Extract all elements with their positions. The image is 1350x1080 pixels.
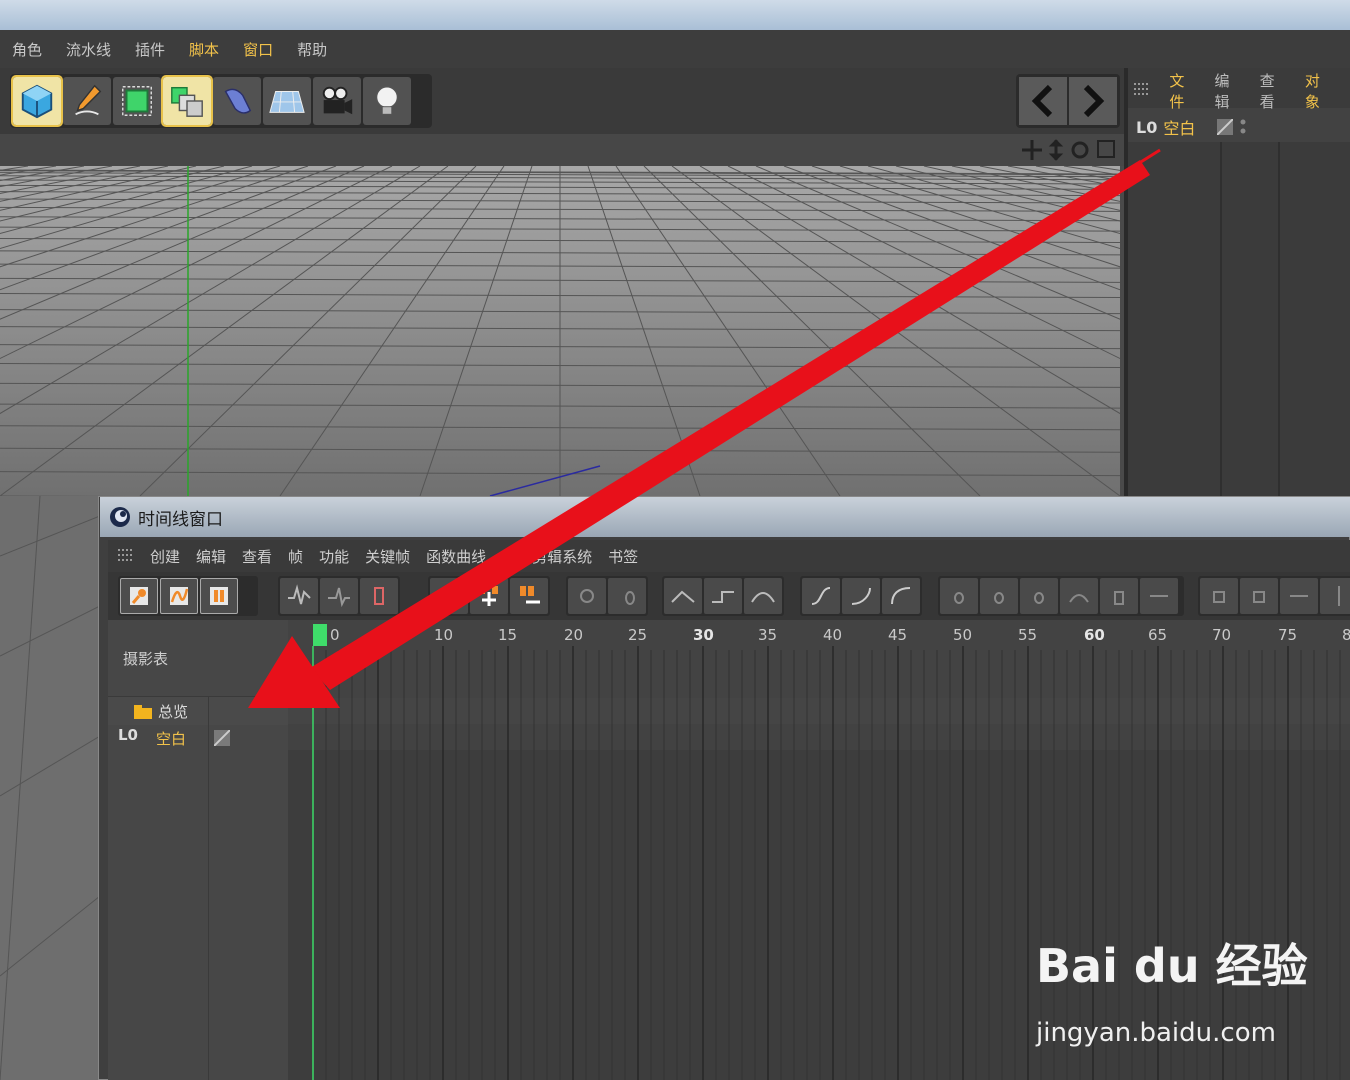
annotation-arrow: [248, 148, 1161, 708]
watermark-brand: Bai du 经验: [1036, 939, 1308, 993]
watermark-url: jingyan.baidu.com: [1036, 1018, 1276, 1048]
baidu-watermark: Bai du 经验: [1036, 930, 1308, 996]
